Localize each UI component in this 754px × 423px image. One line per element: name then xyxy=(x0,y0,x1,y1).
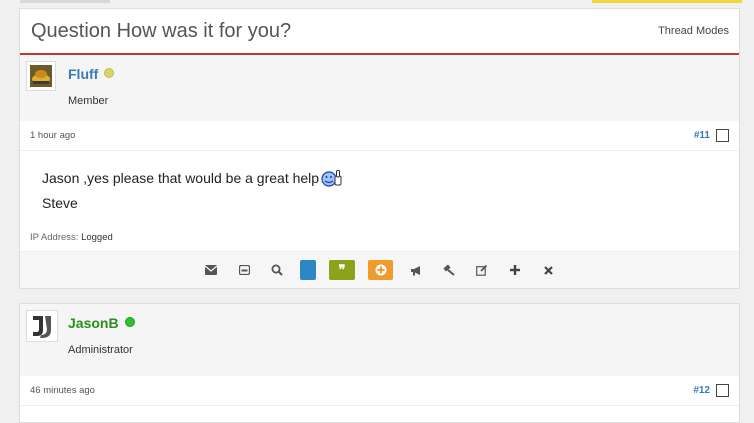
author-name[interactable]: JasonB xyxy=(68,315,135,331)
post-action-bar: ❞ xyxy=(20,251,739,288)
blue-action-button[interactable] xyxy=(300,260,316,280)
author-bar: JasonB Administrator xyxy=(20,304,739,376)
post-body: Jason ,yes please that would be a great … xyxy=(20,151,739,226)
plus-icon[interactable] xyxy=(505,260,525,280)
megaphone-icon[interactable] xyxy=(406,260,426,280)
reply-post-card: JasonB Administrator 46 minutes ago #12 xyxy=(19,303,740,423)
post-meta: 1 hour ago #11 xyxy=(20,121,739,151)
thread-title: Question How was it for you? xyxy=(31,19,292,42)
plus-circle-button[interactable] xyxy=(368,260,393,280)
avatar[interactable] xyxy=(26,61,56,91)
online-status-icon xyxy=(124,317,135,327)
thumbs-up-smiley-icon xyxy=(321,169,343,193)
post-meta: 46 minutes ago #12 xyxy=(20,376,739,406)
search-icon[interactable] xyxy=(267,260,287,280)
author-bar: Fluff Member xyxy=(20,55,739,121)
thread-modes-link[interactable]: Thread Modes xyxy=(658,25,729,37)
author-name-text[interactable]: JasonB xyxy=(68,315,119,331)
avatar[interactable] xyxy=(26,310,58,342)
post-number-link[interactable]: #11 xyxy=(694,130,710,141)
author-role: Member xyxy=(68,95,109,107)
thread-post-card: Question How was it for you? Thread Mode… xyxy=(19,8,740,289)
edit-icon[interactable] xyxy=(472,260,492,280)
away-status-icon xyxy=(104,68,115,78)
quote-button[interactable]: ❞ xyxy=(329,260,355,280)
jasonb-avatar-icon xyxy=(28,312,56,340)
close-icon[interactable] xyxy=(538,260,558,280)
ip-address: IP Address: Logged xyxy=(20,226,739,249)
author-name[interactable]: Fluff xyxy=(68,66,115,82)
gavel-icon[interactable] xyxy=(439,260,459,280)
ip-label: IP Address: xyxy=(30,232,79,243)
post-number-link[interactable]: #12 xyxy=(693,385,710,396)
ip-value: Logged xyxy=(81,232,113,243)
post-text-line: Steve xyxy=(42,195,78,211)
top-tab-decoration xyxy=(20,0,110,3)
post-select-checkbox[interactable] xyxy=(716,129,729,142)
envelope-icon[interactable] xyxy=(201,260,221,280)
thread-header: Question How was it for you? Thread Mode… xyxy=(20,9,739,55)
author-name-text[interactable]: Fluff xyxy=(68,66,98,82)
post-time[interactable]: 46 minutes ago xyxy=(30,385,95,396)
post-time[interactable]: 1 hour ago xyxy=(30,130,75,141)
fluff-avatar-icon xyxy=(30,65,52,87)
author-role: Administrator xyxy=(68,344,133,356)
mail-icon[interactable] xyxy=(234,260,254,280)
post-select-checkbox[interactable] xyxy=(716,384,729,397)
top-tab-highlight xyxy=(592,0,742,3)
post-text-line: Jason ,yes please that would be a great … xyxy=(42,170,320,186)
